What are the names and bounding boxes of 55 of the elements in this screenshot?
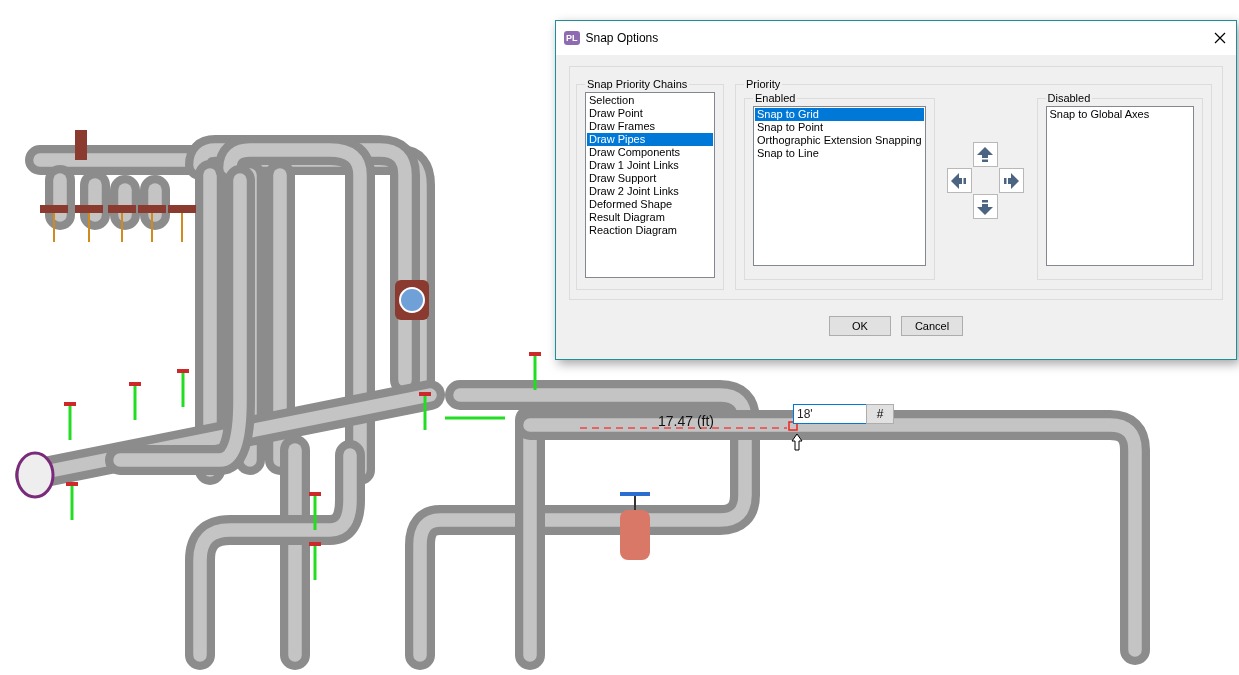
- move-up-button[interactable]: [972, 142, 998, 167]
- support-drawing: [177, 369, 189, 407]
- list-item[interactable]: Result Diagram: [587, 211, 713, 224]
- arrow-icon: [976, 145, 994, 164]
- move-left-button[interactable]: [946, 168, 972, 193]
- dialog-button[interactable]: OK: [829, 316, 891, 336]
- valve-drawing: [395, 280, 429, 320]
- support-drawing: [129, 382, 141, 420]
- dimension-label: 17.47 (ft): [658, 413, 715, 429]
- list-item[interactable]: Snap to Line: [755, 147, 924, 160]
- list-item[interactable]: Draw Support: [587, 172, 713, 185]
- valve-drawing: [620, 492, 650, 560]
- list-item[interactable]: Draw Components: [587, 146, 713, 159]
- list-item[interactable]: Draw Frames: [587, 120, 713, 133]
- app-badge: PL: [564, 31, 580, 45]
- list-item[interactable]: Orthographic Extension Snapping: [755, 134, 924, 147]
- list-item[interactable]: Snap to Grid: [755, 108, 924, 121]
- move-right-button[interactable]: [998, 168, 1024, 193]
- list-item[interactable]: Draw Point: [587, 107, 713, 120]
- flange-drawing: [40, 205, 68, 243]
- cursor-icon: [791, 433, 803, 451]
- dialog-button[interactable]: Cancel: [901, 316, 963, 336]
- arrow-icon: [976, 197, 994, 216]
- support-drawing: [419, 392, 431, 430]
- snap-marker-icon: [788, 421, 798, 431]
- pipe-end: [15, 451, 55, 499]
- move-down-button[interactable]: [972, 194, 998, 219]
- list-item[interactable]: Snap to Point: [755, 121, 924, 134]
- arrow-icon: [950, 171, 968, 190]
- support-drawing: [309, 542, 321, 580]
- list-item[interactable]: Draw 2 Joint Links: [587, 185, 713, 198]
- close-button[interactable]: [1212, 30, 1228, 46]
- arrow-icon: [1002, 171, 1020, 190]
- group-label: Disabled: [1046, 92, 1092, 104]
- list-item[interactable]: Deformed Shape: [587, 198, 713, 211]
- flange-drawing: [138, 205, 166, 243]
- list-item[interactable]: Draw 1 Joint Links: [587, 159, 713, 172]
- flange-drawing: [168, 205, 196, 243]
- window-title: Snap Options: [585, 31, 660, 45]
- support-drawing: [66, 482, 78, 520]
- group-label: Enabled: [754, 92, 797, 104]
- support-drawing: [529, 352, 541, 390]
- list-item[interactable]: Reaction Diagram: [587, 224, 713, 237]
- flange-drawing: [108, 205, 136, 243]
- group-label: Priority: [745, 78, 782, 90]
- units-button[interactable]: #: [866, 404, 894, 424]
- length-input-field[interactable]: 18': [793, 404, 867, 424]
- list-item[interactable]: Draw Pipes: [587, 133, 713, 146]
- list-item[interactable]: Snap to Global Axes: [1047, 108, 1192, 121]
- flange: [75, 130, 87, 160]
- support-drawing: [64, 402, 76, 440]
- support-drawing: [309, 492, 321, 530]
- list-item[interactable]: Selection: [587, 94, 713, 107]
- group-label: Snap Priority Chains: [586, 78, 689, 90]
- flange-drawing: [75, 205, 103, 243]
